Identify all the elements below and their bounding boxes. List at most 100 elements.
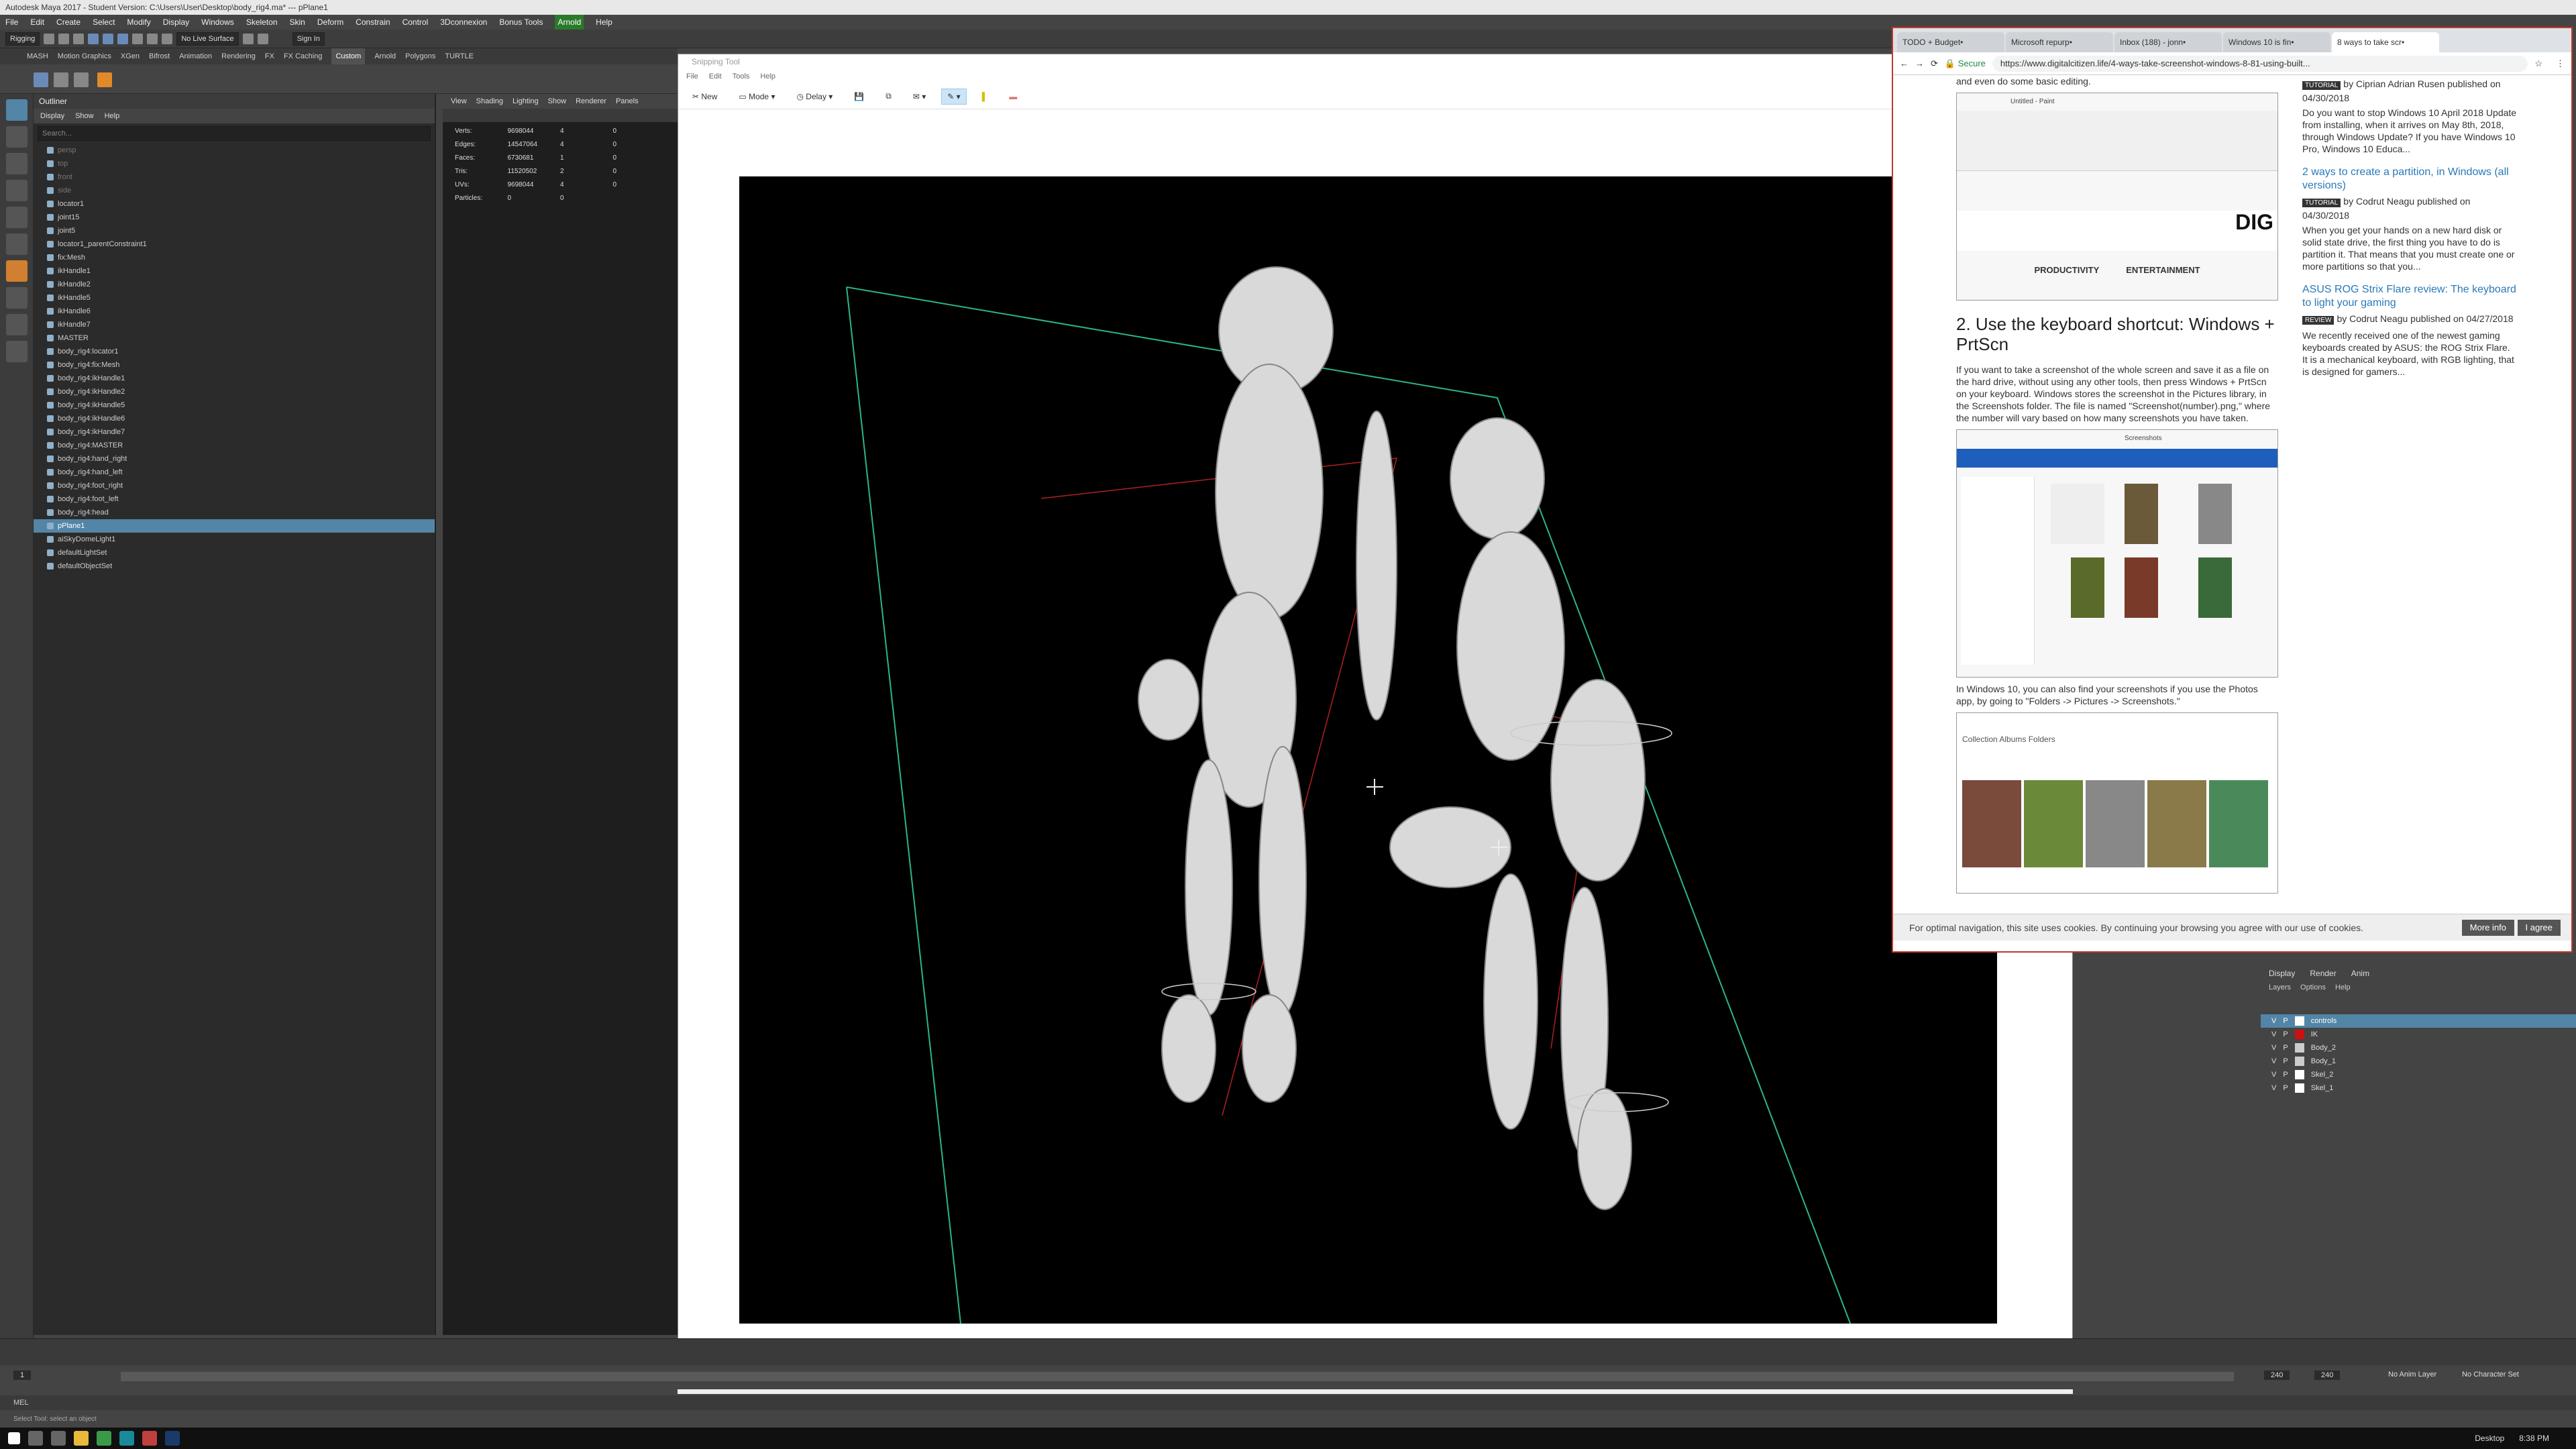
command-line[interactable]: MEL <box>0 1395 2576 1410</box>
snip-menu-tools[interactable]: Tools <box>733 69 750 84</box>
range-start-field[interactable]: 1 <box>13 1371 32 1380</box>
shelf-tab-xgen[interactable]: XGen <box>121 48 140 64</box>
outliner-item[interactable]: top <box>34 157 435 170</box>
viewport-menu-show[interactable]: Show <box>548 94 567 109</box>
layout-icon[interactable] <box>6 341 28 362</box>
shelf-tab-rendering[interactable]: Rendering <box>221 48 256 64</box>
browser-tab[interactable]: Inbox (188) - jonn• <box>2114 32 2222 52</box>
menu-display[interactable]: Display <box>163 15 189 30</box>
shelf-tool-icon[interactable] <box>34 72 48 87</box>
render-icon[interactable] <box>242 33 254 44</box>
select-tool-icon[interactable] <box>6 99 28 121</box>
desktop-toolbar[interactable]: Desktop <box>2475 1428 2504 1449</box>
shelf-tab-animation[interactable]: Animation <box>179 48 212 64</box>
snap-point-icon[interactable] <box>162 33 173 44</box>
outliner-item[interactable]: side <box>34 184 435 197</box>
menu-3dconnexion[interactable]: 3Dconnexion <box>440 15 487 30</box>
file-explorer-icon[interactable] <box>74 1431 89 1446</box>
outliner-item[interactable]: body_rig4:locator1 <box>34 345 435 358</box>
outliner-menu-help[interactable]: Help <box>105 109 120 123</box>
layer-menu-help[interactable]: Help <box>2335 981 2351 994</box>
viewport-menu-view[interactable]: View <box>451 94 467 109</box>
viewport-menu-lighting[interactable]: Lighting <box>513 94 539 109</box>
browser-tab[interactable]: Microsoft repurp• <box>2006 32 2113 52</box>
outliner-item[interactable]: body_rig4:ikHandle1 <box>34 372 435 385</box>
range-end-field[interactable]: 240 <box>2264 1371 2290 1380</box>
visibility-toggle[interactable]: V <box>2271 1041 2276 1055</box>
playback-toggle[interactable]: P <box>2283 1081 2288 1095</box>
menu-modify[interactable]: Modify <box>127 15 150 30</box>
new-snip-button[interactable]: ✂ New <box>686 89 723 105</box>
shelf-tool-icon[interactable] <box>74 72 89 87</box>
menu-file[interactable]: File <box>5 15 18 30</box>
reload-icon[interactable]: ⟳ <box>1931 58 1938 69</box>
outliner-search-input[interactable]: Search... <box>38 126 431 141</box>
outliner-item[interactable]: body_rig4:ikHandle5 <box>34 398 435 412</box>
visibility-toggle[interactable]: V <box>2271 1014 2276 1028</box>
forward-icon[interactable]: → <box>1915 58 1924 68</box>
clock[interactable]: 8:38 PM <box>2519 1428 2549 1449</box>
snap-curve-icon[interactable] <box>147 33 158 44</box>
range-slider-bar[interactable] <box>121 1372 2234 1381</box>
outliner-item[interactable]: ikHandle1 <box>34 264 435 278</box>
select-by-component-icon[interactable] <box>117 33 129 44</box>
viewport-menu-panels[interactable]: Panels <box>616 94 639 109</box>
pen-icon[interactable]: ✎ ▾ <box>941 88 967 105</box>
shelf-tab-polygons[interactable]: Polygons <box>405 48 435 64</box>
new-scene-icon[interactable] <box>44 33 55 44</box>
eraser-icon[interactable]: ▬ <box>1003 89 1023 105</box>
mode-button[interactable]: ▭ Mode ▾ <box>733 89 781 105</box>
copy-icon[interactable]: ⧉ <box>879 88 898 105</box>
outliner-item[interactable]: body_rig4:ikHandle6 <box>34 412 435 425</box>
sign-in-dropdown[interactable]: Sign In <box>292 32 325 46</box>
shelf-tab-fx[interactable]: FX <box>265 48 274 64</box>
outliner-item[interactable]: body_rig4:head <box>34 506 435 519</box>
outliner-item[interactable]: joint5 <box>34 224 435 237</box>
menu-control[interactable]: Control <box>402 15 429 30</box>
menu-help[interactable]: Help <box>596 15 612 30</box>
visibility-toggle[interactable]: V <box>2271 1081 2276 1095</box>
snip-menu-file[interactable]: File <box>686 69 698 84</box>
menu-constrain[interactable]: Constrain <box>356 15 390 30</box>
shelf-tab-motion-graphics[interactable]: Motion Graphics <box>58 48 111 64</box>
open-scene-icon[interactable] <box>58 33 70 44</box>
move-tool-icon[interactable] <box>6 180 28 201</box>
last-tool-icon[interactable] <box>6 260 28 282</box>
outliner-item[interactable]: persp <box>34 144 435 157</box>
outliner-item[interactable]: body_rig4:hand_left <box>34 466 435 479</box>
layer-tab-anim[interactable]: Anim <box>2351 966 2369 981</box>
bookmark-star-icon[interactable]: ☆ <box>2534 58 2542 69</box>
outliner-item[interactable]: body_rig4:ikHandle2 <box>34 385 435 398</box>
outliner-item[interactable]: front <box>34 170 435 184</box>
menu-windows[interactable]: Windows <box>201 15 234 30</box>
send-snip-icon[interactable]: ✉ ▾ <box>907 89 932 105</box>
delay-button[interactable]: ◷ Delay ▾ <box>790 89 839 105</box>
shelf-tab-arnold[interactable]: Arnold <box>374 48 396 64</box>
outliner-item[interactable]: ikHandle5 <box>34 291 435 305</box>
snipping-tool-icon[interactable] <box>142 1431 157 1446</box>
browser-tab[interactable]: 8 ways to take scr• <box>2332 32 2439 52</box>
layer-color-swatch[interactable] <box>2294 1043 2304 1053</box>
layer-color-swatch[interactable] <box>2294 1030 2304 1039</box>
select-by-object-icon[interactable] <box>103 33 114 44</box>
visibility-toggle[interactable]: V <box>2271 1028 2276 1041</box>
menu-deform[interactable]: Deform <box>317 15 343 30</box>
outliner-item[interactable]: body_rig4:hand_right <box>34 452 435 466</box>
layer-menu-layers[interactable]: Layers <box>2269 981 2291 994</box>
playback-toggle[interactable]: P <box>2283 1028 2288 1041</box>
layer-tab-render[interactable]: Render <box>2310 966 2336 981</box>
layer-color-swatch[interactable] <box>2294 1070 2304 1079</box>
scale-tool-icon[interactable] <box>6 233 28 255</box>
search-icon[interactable] <box>28 1431 43 1446</box>
shelf-tab-turtle[interactable]: TURTLE <box>445 48 474 64</box>
layer-color-swatch[interactable] <box>2294 1083 2304 1093</box>
playback-toggle[interactable]: P <box>2283 1068 2288 1081</box>
outliner-item[interactable]: defaultLightSet <box>34 546 435 559</box>
outliner-item[interactable]: body_rig4:foot_left <box>34 492 435 506</box>
task-view-icon[interactable] <box>51 1431 66 1446</box>
photoshop-icon[interactable] <box>165 1431 180 1446</box>
outliner-item[interactable]: joint15 <box>34 211 435 224</box>
shelf-tab-fx-caching[interactable]: FX Caching <box>284 48 322 64</box>
outliner-item[interactable]: body_rig4:fix:Mesh <box>34 358 435 372</box>
back-icon[interactable]: ← <box>1900 58 1909 68</box>
